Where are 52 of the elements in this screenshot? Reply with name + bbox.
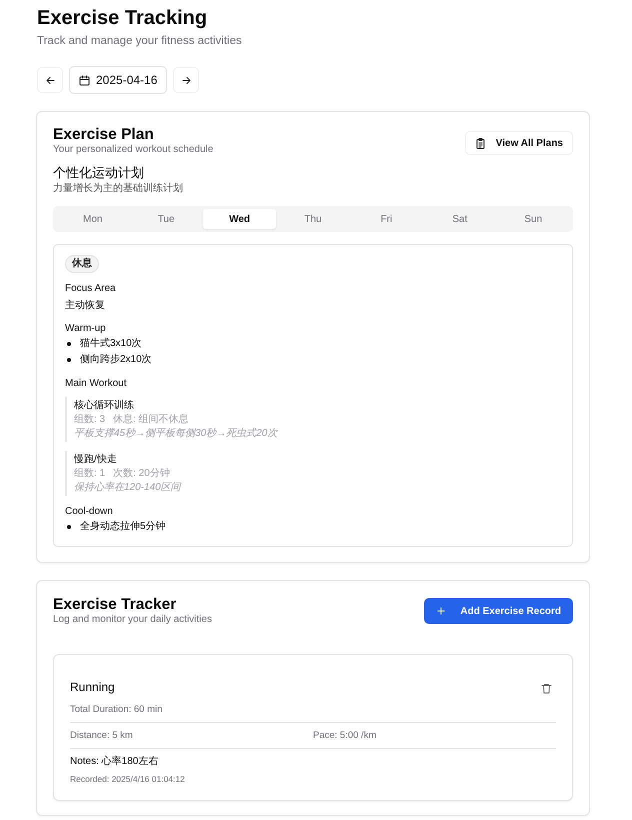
weekday-tab[interactable]: Wed [202,209,276,229]
exercise-stat: 组数: 3 [74,413,106,427]
plan-description: 力量增长为主的基础训练计划 [53,182,184,196]
exercise-name: 慢跑/快走 [74,452,118,467]
section-label: Focus Area [65,282,117,296]
arrow-right-icon [180,74,192,86]
section-label: Warm-up [65,322,107,336]
date-picker-button[interactable]: 2025-04-16 [69,66,168,94]
exercise-stat: 组数: 1 [74,467,106,481]
record-name: Running [70,678,115,696]
record-notes: Notes: 心率180左右 [70,755,160,769]
weekday-tab[interactable]: Sat [423,209,497,229]
weekday-tab[interactable]: Sun [496,209,570,229]
next-day-button[interactable] [173,67,200,93]
card-title: Exercise Tracker [53,595,178,614]
plus-icon [436,606,446,616]
card-subtitle: Your personalized workout schedule [53,144,214,156]
bullet-icon [67,358,71,362]
section-label: Main Workout [65,377,128,391]
add-exercise-record-button[interactable]: Add Exercise Record [424,598,573,624]
calendar-icon [79,74,90,86]
exercise-name: 核心循环训练 [74,398,135,413]
list-item-text: 全身动态拉伸5分钟 [80,520,166,534]
page-subtitle: Track and manage your fitness activities [37,34,243,49]
record-timestamp: Recorded: 2025/4/16 01:04:12 [70,773,186,785]
card-title: Exercise Plan [53,125,155,144]
record-duration: Total Duration: 60 min [70,703,164,716]
list-item-text: 猫牛式3x10次 [80,337,142,351]
weekday-tab[interactable]: Mon [56,209,130,229]
arrow-left-icon [44,74,56,86]
bullet-icon [67,525,71,529]
bullet-icon [67,342,71,346]
view-all-plans-button[interactable]: View All Plans [464,131,573,155]
weekday-tab[interactable]: Fri [350,209,424,229]
exercise-stat: 次数: 20分钟 [113,467,170,481]
clipboard-icon [474,138,486,148]
weekday-tab[interactable]: Tue [129,209,203,229]
weekday-tab[interactable]: Thu [276,209,350,229]
exercise-notes: 平板支撑45秒→侧平板每侧30秒→死虫式20次 [74,427,279,441]
previous-day-button[interactable] [37,67,63,93]
record-detail: Distance: 5 km [70,729,134,742]
plan-name: 个性化运动计划 [53,164,145,182]
trash-icon [541,683,552,694]
focus-area-value: 主动恢复 [65,299,106,313]
page-title: Exercise Tracking [37,6,208,30]
list-item-text: 侧向跨步2x10次 [80,353,152,367]
record-detail: Pace: 5:00 /km [313,729,378,742]
exercise-notes: 保持心率在120-140区间 [74,481,182,495]
section-label: Cool-down [65,505,114,519]
day-type-badge: 休息 [65,255,99,273]
exercise-stat: 休息: 组间不休息 [113,413,189,427]
card-subtitle: Log and monitor your daily activities [53,614,212,626]
